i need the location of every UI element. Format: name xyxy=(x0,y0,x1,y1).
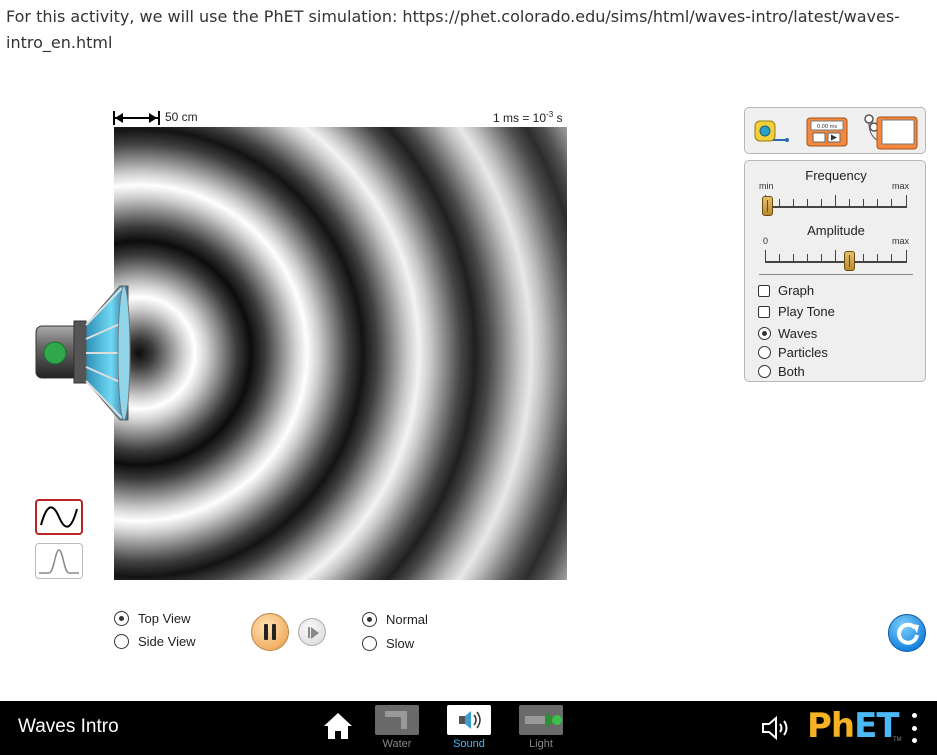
sine-wave-icon xyxy=(40,506,78,528)
faucet-icon xyxy=(375,705,419,735)
waves-radio[interactable]: Waves xyxy=(758,325,817,342)
pulse-wave-button[interactable] xyxy=(35,543,83,579)
wave-area[interactable] xyxy=(114,127,567,580)
svg-text:0.00 ms: 0.00 ms xyxy=(817,124,838,130)
normal-speed-radio[interactable]: Normal xyxy=(362,610,428,628)
audio-toggle-icon[interactable] xyxy=(760,715,794,741)
step-forward-button[interactable] xyxy=(298,618,326,646)
tape-measure-icon[interactable] xyxy=(753,116,791,148)
screen-light-button[interactable]: Light xyxy=(519,705,563,755)
frequency-slider-thumb[interactable] xyxy=(761,196,773,216)
phet-logo[interactable]: PhET xyxy=(807,706,900,746)
frequency-max-label: max xyxy=(892,181,910,191)
home-icon[interactable] xyxy=(322,711,354,741)
amplitude-min-label: 0 xyxy=(763,236,769,246)
speaker-small-icon xyxy=(447,705,491,735)
trademark-label: TM xyxy=(893,737,902,743)
laser-icon xyxy=(519,705,563,735)
reset-icon xyxy=(897,622,919,645)
length-scale-indicator: 50 cm xyxy=(113,110,223,126)
amplitude-max-label: max xyxy=(892,236,910,246)
play-tone-checkbox[interactable]: Play Tone xyxy=(758,303,835,320)
wave-meter-icon[interactable] xyxy=(863,111,919,151)
play-pause-button[interactable] xyxy=(251,613,289,651)
side-view-radio[interactable]: Side View xyxy=(114,632,196,650)
length-scale-label: 50 cm xyxy=(165,110,198,124)
more-options-icon[interactable] xyxy=(909,713,919,743)
amplitude-slider-thumb[interactable] xyxy=(843,251,855,271)
time-scale-label: 1 ms = 10-3 s xyxy=(493,110,563,125)
divider xyxy=(759,274,913,275)
particles-radio[interactable]: Particles xyxy=(758,344,828,361)
reset-all-button[interactable] xyxy=(888,614,926,652)
continuous-wave-button[interactable] xyxy=(35,499,83,535)
speaker-icon[interactable] xyxy=(30,283,140,423)
graph-checkbox[interactable]: Graph xyxy=(758,282,814,299)
stopwatch-icon[interactable]: 0.00 ms xyxy=(805,116,849,148)
top-view-radio[interactable]: Top View xyxy=(114,609,191,627)
pulse-wave-icon xyxy=(39,549,79,574)
activity-instructions: For this activity, we will use the PhET … xyxy=(6,7,900,52)
slow-speed-radio[interactable]: Slow xyxy=(362,634,414,652)
app-title: Waves Intro xyxy=(18,716,119,737)
screen-water-button[interactable]: Water xyxy=(375,705,419,755)
controls-panel: Frequency min max Amplitude 0 max Graph xyxy=(744,160,926,382)
screen-sound-button[interactable]: Sound xyxy=(447,705,491,755)
navigation-bar: Waves Intro Water Sound Light PhET TM xyxy=(0,701,937,755)
frequency-min-label: min xyxy=(759,181,774,191)
both-radio[interactable]: Both xyxy=(758,363,805,380)
tools-panel: 0.00 ms xyxy=(744,107,926,154)
